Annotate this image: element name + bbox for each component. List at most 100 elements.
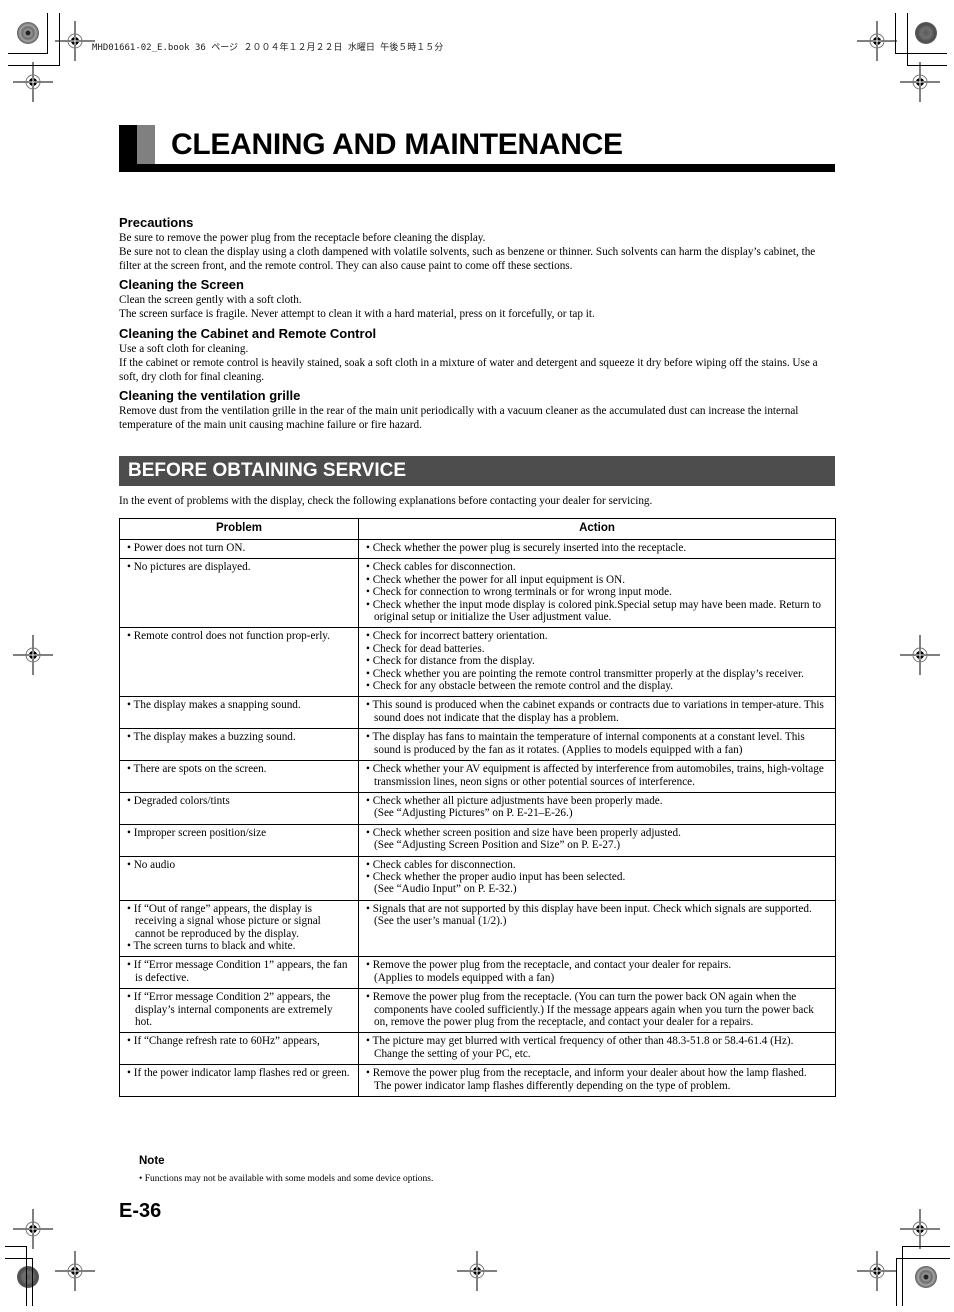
note-heading: Note <box>139 1155 165 1167</box>
print-slug: MHD01661-02_E.book 36 ページ ２００４年１２月２２日 水曜… <box>92 43 444 53</box>
section-paragraph: Be sure not to clean the display using a… <box>119 246 816 273</box>
section-paragraph: Be sure to remove the power plug from th… <box>119 232 486 244</box>
table-row: • Improper screen position/size • Check w… <box>119 823 836 857</box>
registration-mark-icon <box>12 634 54 676</box>
action-text: • Check whether your AV equipment is aff… <box>366 763 824 788</box>
problem-text: • The screen turns to black and white. <box>127 939 296 952</box>
action-text: • Check whether the input mode display i… <box>366 598 822 624</box>
service-intro: In the event of problems with the displa… <box>119 495 653 507</box>
table-row: • If “Error message Condition 1” appears… <box>119 956 836 990</box>
problem-text: • Power does not turn ON. <box>127 542 246 554</box>
action-text: • The display has fans to maintain the t… <box>366 731 805 756</box>
registration-mark-icon <box>54 1250 96 1292</box>
action-text: • Remove the power plug from the recepta… <box>366 1067 807 1080</box>
section-heading: BEFORE OBTAINING SERVICE <box>128 460 406 481</box>
action-text: • Check cables for disconnection. <box>366 858 516 871</box>
action-cell: • Check for incorrect battery orientatio… <box>358 627 836 698</box>
action-text: • Check cables for disconnection. <box>366 561 516 574</box>
cleaning-section-ventilation: Cleaning the ventilation grille Remove d… <box>119 388 835 432</box>
action-text: • Check whether screen position and size… <box>366 826 681 839</box>
problem-text: • No audio <box>127 858 176 871</box>
action-cell: • The picture may get blurred with verti… <box>358 1032 836 1066</box>
action-text: • Check whether the power plug is secure… <box>366 542 687 554</box>
table-row: • No audio • Check cables for disconnecti… <box>119 855 836 901</box>
action-text: • Check whether all picture adjustments … <box>366 794 663 807</box>
action-text: • Check for connection to wrong terminal… <box>366 586 672 599</box>
action-text: The power indicator lamp flashes differe… <box>374 1079 731 1092</box>
table-row: • Degraded colors/tints • Check whether a… <box>119 791 836 825</box>
problem-text: • If “Out of range” appears, the display… <box>127 902 321 940</box>
table-body: • Power does not turn ON. • Check whether… <box>119 538 836 1098</box>
action-cell: • Check cables for disconnection. • Check… <box>358 855 836 901</box>
page-title: CLEANING AND MAINTENANCE <box>171 128 623 161</box>
action-text: • Check for incorrect battery orientatio… <box>366 630 548 643</box>
problem-text: • Remote control does not function prop-… <box>127 630 330 643</box>
action-text: • This sound is produced when the cabine… <box>366 699 824 724</box>
problem-text: • No pictures are displayed. <box>127 561 251 574</box>
action-cell: • The display has fans to maintain the t… <box>358 728 836 762</box>
title-accent-gray <box>137 125 155 164</box>
section-heading: Precautions <box>119 215 194 230</box>
problem-cell: • Power does not turn ON. <box>119 538 359 560</box>
page-number: E-36 <box>119 1200 162 1222</box>
table-row: • Remote control does not function prop-… <box>119 627 836 698</box>
problem-cell: • No pictures are displayed. <box>119 558 359 629</box>
table-row: • No pictures are displayed. • Check cabl… <box>119 558 836 629</box>
registration-mark-icon <box>12 1208 54 1250</box>
section-paragraph: Remove dust from the ventilation grille … <box>119 405 799 432</box>
action-text: • Check whether you are pointing the rem… <box>366 667 804 680</box>
section-heading: Cleaning the ventilation grille <box>119 388 301 403</box>
problem-cell: • The display makes a snapping sound. <box>119 696 359 730</box>
problem-text: • If the power indicator lamp flashes re… <box>127 1067 350 1080</box>
action-text: • The picture may get blurred with verti… <box>366 1035 794 1060</box>
section-paragraph: Use a soft cloth for cleaning. <box>119 343 249 355</box>
problem-text: • If “Error message Condition 1” appears… <box>127 959 348 984</box>
registration-mark-icon <box>899 634 941 676</box>
column-header-action: Action <box>358 518 836 540</box>
section-paragraph: Clean the screen gently with a soft clot… <box>119 294 302 306</box>
table-row: • The display makes a snapping sound. • T… <box>119 696 836 730</box>
action-cell: • This sound is produced when the cabine… <box>358 696 836 730</box>
table-row: • There are spots on the screen. • Check … <box>119 760 836 793</box>
table-row: • Power does not turn ON. • Check whether… <box>119 538 836 560</box>
problem-text: • There are spots on the screen. <box>127 763 267 776</box>
action-cell: • Remove the power plug from the recepta… <box>358 988 836 1034</box>
registration-mark-icon <box>899 61 941 103</box>
action-cell: • Check cables for disconnection. • Check… <box>358 558 836 629</box>
note-text: • Functions may not be available with so… <box>139 1174 434 1184</box>
table-row: • The display makes a buzzing sound. • Th… <box>119 728 836 762</box>
table-row: • If “Error message Condition 2” appears… <box>119 988 836 1034</box>
action-text: • Check whether the proper audio input h… <box>366 870 626 883</box>
table-row: • If the power indicator lamp flashes re… <box>119 1064 836 1098</box>
action-cell: • Check whether all picture adjustments … <box>358 791 836 825</box>
registration-mark-icon <box>12 61 54 103</box>
problem-text: • The display makes a buzzing sound. <box>127 731 296 744</box>
action-text: (See “Adjusting Screen Position and Size… <box>374 839 621 852</box>
section-paragraph: If the cabinet or remote control is heav… <box>119 357 818 384</box>
problem-text: • If “Error message Condition 2” appears… <box>127 991 333 1028</box>
action-text: • Check for dead batteries. <box>366 642 485 655</box>
problem-cell: • The display makes a buzzing sound. <box>119 728 359 762</box>
action-text: • Check for distance from the display. <box>366 655 535 668</box>
action-text: (See “Adjusting Pictures” on P. E-21–E-2… <box>374 807 573 820</box>
cleaning-section-precautions: Precautions Be sure to remove the power … <box>119 215 835 274</box>
section-paragraph: The screen surface is fragile. Never att… <box>119 308 595 321</box>
problem-text: • If “Change refresh rate to 60Hz” appea… <box>127 1035 320 1048</box>
action-cell: • Check whether the power plug is secure… <box>358 538 836 560</box>
problem-cell: • If “Error message Condition 2” appears… <box>119 988 359 1034</box>
action-cell: • Remove the power plug from the recepta… <box>358 956 836 990</box>
registration-mark-icon <box>856 1250 898 1292</box>
action-text: • Signals that are not supported by this… <box>366 902 812 928</box>
problem-cell: • If “Out of range” appears, the display… <box>119 899 359 958</box>
problem-text: • Degraded colors/tints <box>127 794 230 807</box>
page-title-block: CLEANING AND MAINTENANCE <box>119 125 835 172</box>
action-cell: • Check whether your AV equipment is aff… <box>358 760 836 793</box>
title-rule <box>119 164 835 172</box>
section-heading: Cleaning the Screen <box>119 277 244 292</box>
problem-text: • Improper screen position/size <box>127 826 267 839</box>
problem-cell: • No audio <box>119 855 359 901</box>
table-header-row: Problem Action <box>119 518 836 540</box>
problem-text: • The display makes a snapping sound. <box>127 699 301 712</box>
problem-cell: • If “Error message Condition 1” appears… <box>119 956 359 990</box>
registration-mark-icon <box>899 1208 941 1250</box>
